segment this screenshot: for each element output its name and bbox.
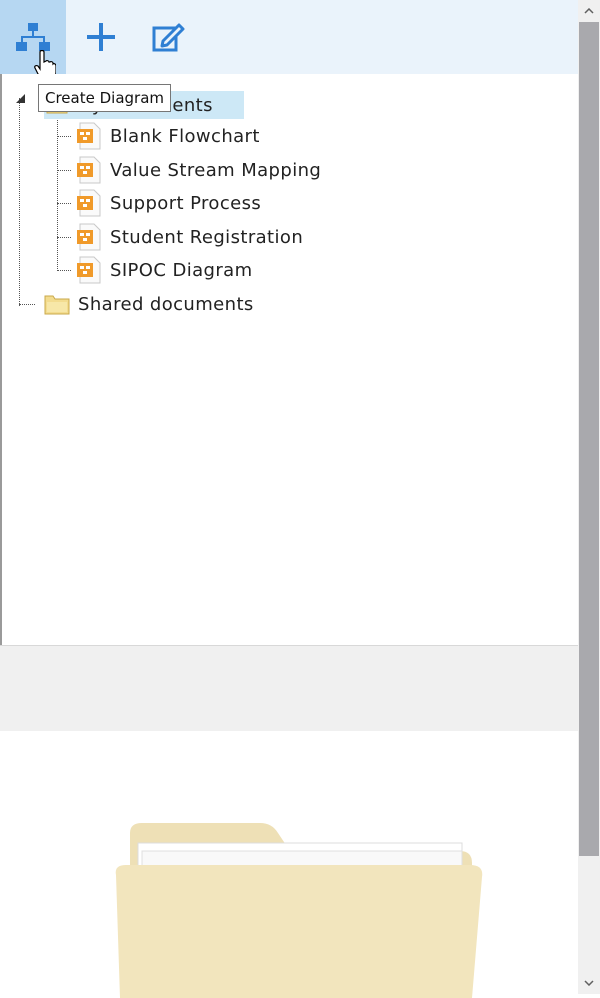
tree-item[interactable]: SIPOC Diagram [76, 256, 253, 284]
tree-connector [57, 118, 58, 271]
edit-button[interactable] [135, 0, 201, 74]
create-diagram-button[interactable] [0, 0, 66, 80]
diagram-file-icon [77, 189, 101, 217]
edit-icon [152, 23, 185, 52]
tree-connector [57, 170, 71, 171]
diagram-file-icon [77, 122, 101, 150]
diagram-file-icon [77, 156, 101, 184]
add-button[interactable] [68, 0, 134, 74]
tree-item-label: Shared documents [78, 293, 254, 315]
tree-item-label: Support Process [110, 192, 262, 214]
scroll-down-arrow-icon[interactable] [578, 972, 600, 994]
tree-item-label: SIPOC Diagram [110, 259, 253, 281]
details-panel [0, 645, 578, 732]
tree-item-label: Blank Flowchart [110, 125, 260, 147]
document-tree: My documents Blank Flowchart Value Strea… [0, 74, 578, 645]
tree-folder-shared-documents[interactable]: Shared documents [44, 290, 254, 318]
tree-connector [19, 304, 35, 305]
tree-connector [57, 270, 71, 271]
tree-connector [19, 98, 20, 306]
plus-icon [87, 23, 115, 51]
tree-item[interactable]: Value Stream Mapping [76, 156, 321, 184]
toolbar [0, 0, 578, 80]
org-chart-icon [16, 23, 50, 51]
tree-item-label: Student Registration [110, 226, 304, 248]
tooltip: Create Diagram [38, 84, 172, 112]
tree-item-label: Value Stream Mapping [110, 159, 322, 181]
diagram-file-icon [77, 256, 101, 284]
tree-item[interactable]: Blank Flowchart [76, 122, 260, 150]
expand-arrow-icon[interactable] [14, 92, 26, 104]
tree-item[interactable]: Support Process [76, 189, 261, 217]
preview-area [0, 731, 578, 998]
scroll-up-arrow-icon[interactable] [578, 0, 600, 22]
scrollbar-thumb[interactable] [579, 22, 599, 856]
tree-connector [57, 136, 71, 137]
tree-connector [57, 203, 71, 204]
folder-icon [44, 295, 70, 315]
tree-connector [57, 237, 71, 238]
diagram-file-icon [77, 223, 101, 251]
large-folder-icon [115, 823, 483, 998]
tree-item[interactable]: Student Registration [76, 223, 303, 251]
